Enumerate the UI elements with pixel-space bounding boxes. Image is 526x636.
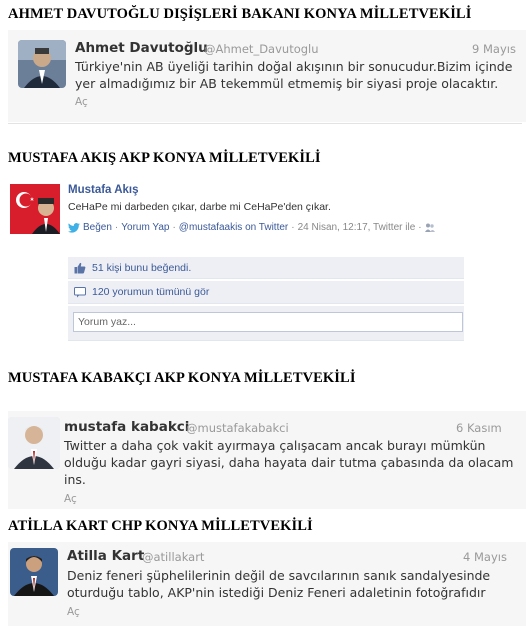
likes-count[interactable]: 51 kişi bunu beğendi. [92, 262, 191, 274]
separator: · [291, 222, 295, 233]
comments-row[interactable]: 120 yorumun tümünü gör [68, 281, 464, 304]
thumbs-up-icon [74, 262, 86, 273]
comment-bubble-icon [74, 286, 86, 297]
section-heading-kart: ATİLLA KART CHP KONYA MİLLETVEKİLİ [8, 518, 313, 534]
separator: · [418, 222, 422, 233]
separator: · [172, 222, 176, 233]
tweet-text: Deniz feneri şüphelilerinin değil de sav… [67, 568, 491, 600]
facebook-post-akis: Mustafa Akış CeHaPe mi darbeden çıkar, d… [10, 184, 468, 341]
tweet-author-name[interactable]: mustafa kabakci [64, 419, 189, 435]
avatar-photo-icon [8, 417, 60, 469]
expand-link[interactable]: Aç [75, 96, 88, 108]
section-heading-davutoglu: AHMET DAVUTOĞLU DIŞİŞLERİ BAKANI KONYA M… [8, 6, 472, 22]
tweet-date[interactable]: 4 Mayıs [463, 550, 507, 564]
separator: · [114, 222, 119, 233]
tweet-author-handle[interactable]: @atillakart [142, 550, 204, 564]
tweet-author-name[interactable]: Ahmet Davutoğlu [75, 40, 208, 56]
tweet-text: Türkiye'nin AB üyeliği tarihin doğal akı… [75, 59, 513, 91]
friends-icon[interactable] [424, 223, 435, 232]
comment-link[interactable]: Yorum Yap [121, 222, 169, 233]
avatar[interactable] [10, 184, 60, 234]
expand-link[interactable]: Aç [67, 606, 80, 618]
tweet-davutoglu: Ahmet Davutoğlu @Ahmet_Davutoglu 9 Mayıs… [8, 30, 526, 122]
section-heading-akis: MUSTAFA AKIŞ AKP KONYA MİLLETVEKİLİ [8, 150, 321, 166]
post-author-name[interactable]: Mustafa Akış [68, 184, 139, 196]
source-link[interactable]: @mustafaakis on Twitter [179, 222, 288, 233]
tweet-date[interactable]: 6 Kasım [456, 421, 502, 435]
divider [8, 123, 522, 124]
avatar-photo-icon [10, 184, 60, 234]
twitter-bird-icon [68, 222, 80, 233]
post-meta: 24 Nisan, 12:17, Twitter ile [297, 222, 416, 233]
like-link[interactable]: Beğen [83, 222, 112, 233]
tweet-date[interactable]: 9 Mayıs [472, 42, 516, 56]
likes-row[interactable]: 51 kişi bunu beğendi. [68, 257, 464, 279]
section-heading-kabakci: MUSTAFA KABAKÇI AKP KONYA MİLLETVEKİLİ [8, 370, 356, 386]
view-comments-link[interactable]: 120 yorumun tümünü gör [92, 286, 209, 298]
avatar-photo-icon [10, 548, 58, 596]
tweet-kabakci: mustafa kabakci @mustafakabakci 6 Kasım … [8, 411, 526, 509]
avatar[interactable] [18, 40, 66, 88]
post-text: CeHaPe mi darbeden çıkar, darbe mi CeHaP… [68, 201, 331, 213]
tweet-author-handle[interactable]: @Ahmet_Davutoglu [204, 42, 319, 56]
tweet-kart: Atilla Kart @atillakart 4 Mayıs Deniz fe… [8, 542, 526, 626]
post-actions: Beğen · Yorum Yap · @mustafaakis on Twit… [68, 222, 435, 233]
avatar[interactable] [10, 548, 58, 596]
avatar-photo-icon [18, 40, 66, 88]
tweet-author-handle[interactable]: @mustafakabakci [186, 421, 289, 435]
expand-link[interactable]: Aç [64, 493, 77, 505]
avatar[interactable] [8, 417, 60, 469]
tweet-author-name[interactable]: Atilla Kart [67, 548, 144, 564]
tweet-text: Twitter a daha çok vakit ayırmaya çalışa… [64, 438, 514, 487]
comment-input[interactable]: Yorum yaz... [73, 312, 463, 332]
